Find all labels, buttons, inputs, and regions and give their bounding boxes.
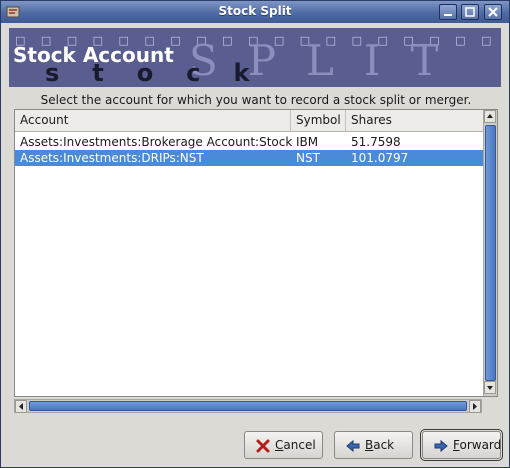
shares-cell: 101.0797	[351, 151, 409, 165]
shares-cell: 51.7598	[351, 135, 401, 149]
window-title: Stock Split	[218, 4, 292, 18]
forward-button[interactable]: Forward	[420, 429, 503, 461]
x-cancel-icon	[255, 438, 271, 457]
column-header-symbol[interactable]: Symbol	[291, 110, 346, 131]
scroll-left-button[interactable]	[15, 400, 27, 413]
column-header-account[interactable]: Account	[15, 110, 291, 131]
minimize-button[interactable]	[439, 4, 457, 20]
vertical-scrollbar[interactable]	[483, 110, 497, 396]
account-list[interactable]: Account Symbol Shares Assets:Investments…	[14, 109, 498, 397]
cancel-label: Cancel	[275, 438, 316, 452]
horizontal-scrollbar[interactable]	[14, 399, 482, 413]
cancel-button[interactable]: Cancel	[244, 431, 323, 459]
scroll-up-button[interactable]	[484, 110, 496, 123]
dialog-window: Stock Split □ □ □ □ □ □ □ □ □ □ □ □ □ □ …	[0, 0, 510, 468]
symbol-cell: IBM	[296, 135, 319, 149]
arrow-right-icon	[433, 438, 449, 457]
maximize-button[interactable]	[461, 4, 479, 20]
vertical-scroll-thumb[interactable]	[485, 125, 496, 381]
table-row[interactable]: Assets:Investments:Brokerage Account:Sto…	[15, 134, 483, 150]
scroll-down-button[interactable]	[484, 381, 496, 394]
close-button[interactable]	[484, 4, 502, 20]
page-banner: □ □ □ □ □ □ □ □ □ □ □ □ □ □ □ □ □ □ □ □ …	[9, 28, 501, 87]
arrow-left-icon	[345, 438, 361, 457]
back-button[interactable]: Back	[334, 431, 413, 459]
horizontal-scroll-thumb[interactable]	[29, 401, 467, 411]
forward-label: Forward	[453, 438, 502, 452]
back-label: Back	[365, 438, 395, 452]
list-header: Account Symbol Shares	[15, 110, 483, 132]
account-cell: Assets:Investments:Brokerage Account:Sto…	[20, 135, 293, 149]
table-row-selected[interactable]: Assets:Investments:DRIPs:NST NST 101.079…	[15, 150, 483, 166]
account-cell: Assets:Investments:DRIPs:NST	[20, 151, 204, 165]
symbol-cell: NST	[296, 151, 320, 165]
column-header-shares[interactable]: Shares	[346, 110, 483, 131]
scroll-right-button[interactable]	[469, 400, 481, 413]
instruction-text: Select the account for which you want to…	[40, 93, 472, 107]
title-bar[interactable]: Stock Split	[1, 1, 509, 23]
page-title: Stock Account	[13, 43, 174, 67]
